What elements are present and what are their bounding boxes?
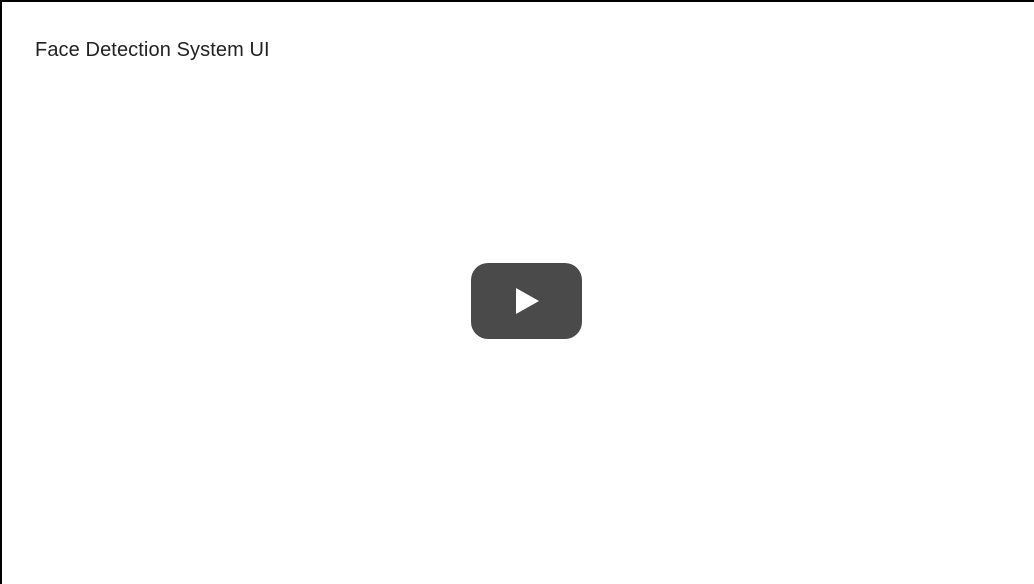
embedded-video-player[interactable]: Face Detection System UI — [0, 0, 1034, 584]
video-title[interactable]: Face Detection System UI — [35, 38, 270, 62]
play-button[interactable] — [471, 263, 582, 339]
play-icon — [471, 263, 582, 339]
